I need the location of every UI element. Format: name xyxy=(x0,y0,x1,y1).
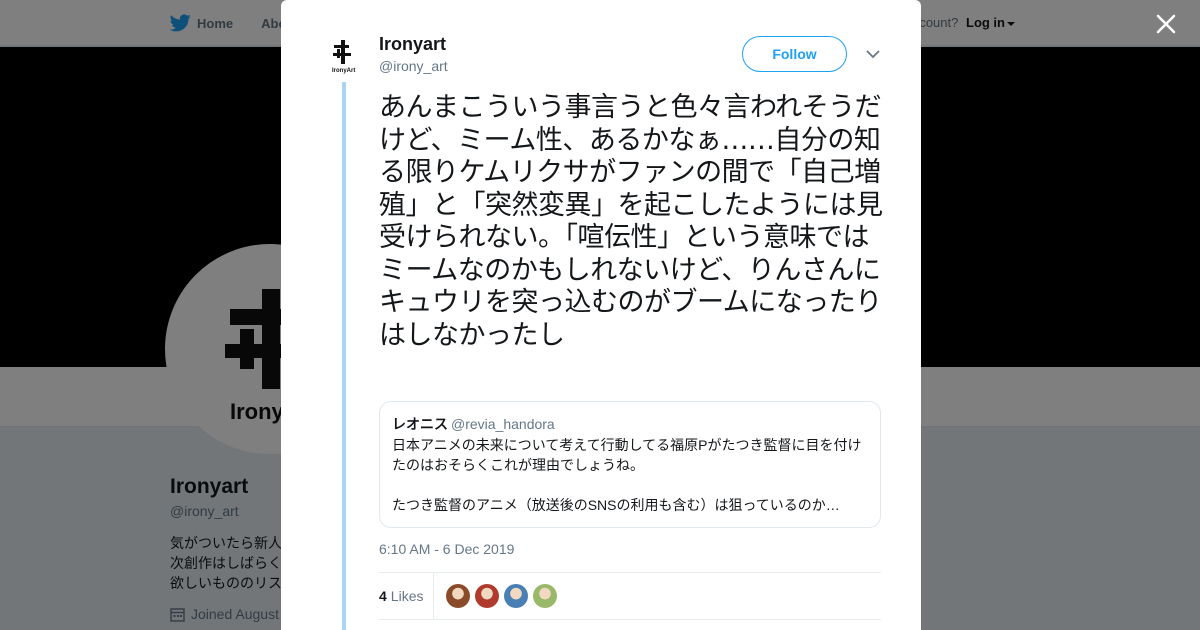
likes-count: 4 xyxy=(379,588,387,604)
quote-author-name: レオニス xyxy=(392,416,448,432)
tweet-text: あんまこういう事言うと色々言われそうだけど、ミーム性、あるかなぁ……自分の知る限… xyxy=(379,92,883,351)
author-handle[interactable]: @irony_art xyxy=(379,58,448,74)
liker-avatar[interactable] xyxy=(533,584,558,608)
chevron-down-icon[interactable] xyxy=(865,48,881,60)
likes-label: Likes xyxy=(390,588,424,604)
quote-header: レオニス @revia_handora xyxy=(392,415,868,433)
liker-avatar[interactable] xyxy=(446,584,471,608)
author-name[interactable]: Ironyart xyxy=(379,34,446,55)
thread-line xyxy=(342,82,346,630)
avatar-label: IronyArt xyxy=(332,68,355,74)
tweet-stats: 4 Likes xyxy=(379,572,881,620)
tweet-modal: IronyArt Ironyart @irony_art Follow あんまこ… xyxy=(281,0,921,630)
follow-button[interactable]: Follow xyxy=(742,36,847,72)
liker-avatar[interactable] xyxy=(504,584,529,608)
tweet-timestamp[interactable]: 6:10 AM - 6 Dec 2019 xyxy=(379,541,514,557)
likes-stat[interactable]: 4 Likes xyxy=(379,572,435,620)
liker-avatar[interactable] xyxy=(475,584,500,608)
close-icon[interactable] xyxy=(1154,12,1178,36)
quote-text: 日本アニメの未来について考えて行動してる福原Pがたつき監督に目を付けたのはおそら… xyxy=(392,437,862,513)
quoted-tweet[interactable]: レオニス @revia_handora 日本アニメの未来について考えて行動してる福… xyxy=(379,401,881,528)
liker-avatars xyxy=(446,584,562,608)
quote-author-handle: @revia_handora xyxy=(451,416,555,432)
author-avatar[interactable]: IronyArt xyxy=(329,36,361,76)
